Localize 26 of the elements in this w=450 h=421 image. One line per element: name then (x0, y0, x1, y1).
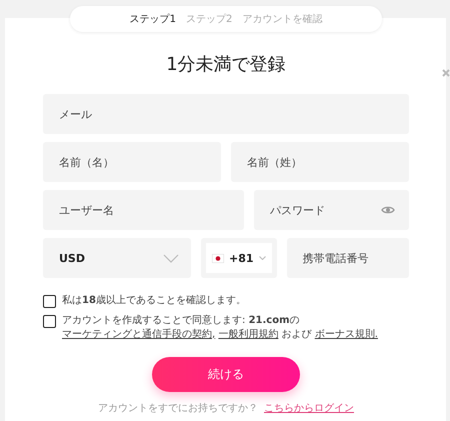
login-prompt: アカウントをすでにお持ちですか？ (98, 402, 258, 415)
chevron-down-icon (163, 254, 179, 262)
password-field[interactable]: パスワード (254, 190, 409, 230)
form-title: 1分未満で登録 (165, 53, 287, 76)
eye-icon[interactable] (381, 205, 395, 215)
first-name-field[interactable]: 名前（名） (43, 142, 221, 182)
terms-link[interactable]: マーケティングと通信手段の契約, (62, 328, 216, 340)
currency-select[interactable]: USD (43, 238, 191, 278)
step-label: ステップ1 (130, 12, 176, 26)
consent-text: 私は18歳以上であることを確認します。 (62, 294, 246, 308)
login-link[interactable]: こちらからログイン (264, 401, 354, 415)
step-label: アカウントを確認 (242, 12, 322, 26)
terms-link[interactable]: 一般利用規約 (218, 328, 278, 340)
checkbox[interactable] (43, 295, 56, 308)
country-code-select[interactable]: +81 (201, 238, 277, 278)
phone-field[interactable]: 携帯電話番号 (286, 238, 409, 278)
last-name-field[interactable]: 名前（姓） (231, 142, 409, 182)
email-field[interactable]: メール (43, 94, 409, 134)
chevron-down-icon (258, 256, 266, 260)
terms-link[interactable]: ボーナス規則. (314, 328, 378, 340)
flag-icon (212, 254, 224, 262)
continue-button[interactable]: 続ける (152, 357, 300, 392)
consent-text: アカウントを作成することで同意します: 21.comの マーケティングと通信手段の契約, 一般利用規約 および ボーナス規則. (62, 314, 379, 341)
username-field[interactable]: ユーザー名 (43, 190, 244, 230)
step-label: ステップ2 (186, 12, 232, 26)
checkbox[interactable] (43, 315, 56, 328)
